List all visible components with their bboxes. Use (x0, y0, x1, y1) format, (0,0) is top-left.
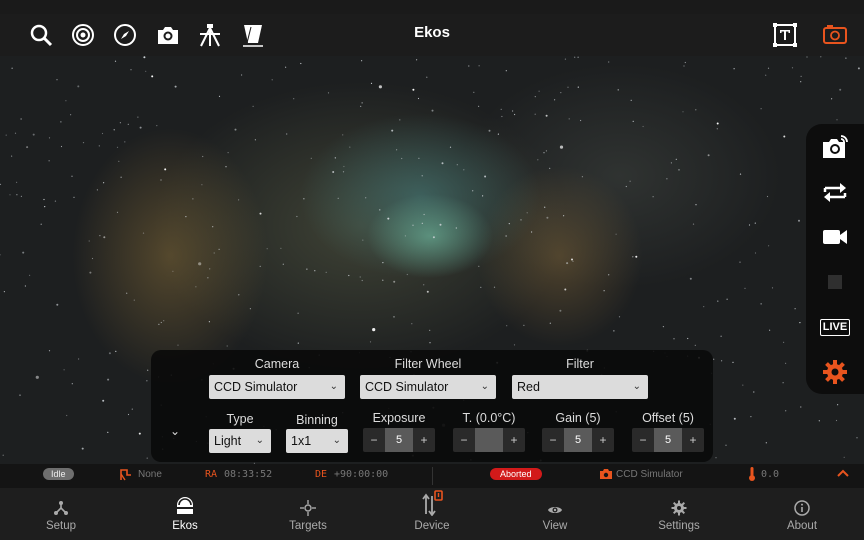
type-select[interactable]: Light ⌄ (209, 429, 271, 453)
gain-value[interactable]: 5 (564, 428, 592, 452)
exposure-value[interactable]: 5 (385, 428, 413, 452)
compass-icon[interactable] (112, 22, 138, 48)
ra-label: RA (205, 469, 218, 480)
nav-label-setup: Setup (45, 520, 77, 532)
filter-label: Filter (566, 357, 594, 371)
chevron-down-icon: ⌄ (255, 435, 264, 446)
temperature-decrease-button[interactable]: − (453, 428, 475, 452)
binning-select[interactable]: 1x1 ⌄ (286, 429, 348, 453)
nav-label-ekos: Ekos (172, 520, 198, 532)
filter-select-value: Red (517, 380, 540, 394)
status-bar: Idle None RA 08:33:52 DE +90:00:00 Abort… (0, 464, 864, 488)
frame-icon[interactable] (822, 22, 848, 48)
binning-label: Binning (296, 413, 338, 427)
camera-icon[interactable] (155, 22, 181, 48)
chevron-down-icon: ⌄ (332, 435, 341, 446)
de-value: +90:00:00 (334, 469, 389, 480)
ra-value: 08:33:52 (224, 469, 273, 480)
chevron-down-icon: ⌄ (480, 381, 489, 392)
collapse-panel-icon[interactable]: ⌄ (166, 424, 184, 440)
loop-icon[interactable] (820, 177, 850, 207)
gain-decrease-button[interactable]: − (542, 428, 564, 452)
temperature-label: T. (0.0°C) (462, 411, 516, 425)
type-select-value: Light (214, 434, 242, 448)
device-icon (422, 490, 443, 516)
temperature-stepper: − + (453, 428, 525, 452)
nav-item-ekos[interactable]: Ekos (125, 488, 245, 540)
search-icon[interactable] (28, 22, 54, 48)
chevron-down-icon: ⌄ (329, 381, 338, 392)
temperature-status: 0.0 (761, 469, 780, 480)
text-overlay-icon[interactable] (772, 22, 798, 48)
ekos-icon (177, 497, 193, 514)
status-badge: Idle (43, 468, 74, 480)
live-label: LIVE (819, 318, 851, 336)
camera-status: CCD Simulator (616, 469, 683, 480)
temperature-value[interactable] (475, 428, 503, 452)
status-divider (432, 467, 433, 485)
exposure-stepper: − 5 + (363, 428, 435, 452)
offset-value[interactable]: 5 (654, 428, 682, 452)
info-icon (794, 500, 810, 516)
gear-icon (671, 500, 687, 516)
filter-wheel-select-value: CCD Simulator (365, 380, 449, 394)
offset-label: Offset (5) (642, 411, 694, 425)
camera-icon (599, 468, 613, 483)
nav-label-device: Device (414, 520, 450, 532)
camera-select[interactable]: CCD Simulator ⌄ (209, 375, 345, 399)
targets-icon (300, 500, 316, 516)
gain-label: Gain (5) (555, 411, 601, 425)
camera-label: Camera (254, 357, 300, 371)
mount-status: None (138, 469, 162, 480)
nav-item-about[interactable]: About (742, 488, 862, 540)
nav-item-view[interactable]: View (495, 488, 615, 540)
live-icon[interactable]: LIVE (819, 312, 851, 342)
offset-decrease-button[interactable]: − (632, 428, 654, 452)
capture-side-panel: LIVE (806, 124, 864, 394)
camera-select-value: CCD Simulator (214, 380, 298, 394)
exposure-increase-button[interactable]: + (413, 428, 435, 452)
gain-increase-button[interactable]: + (592, 428, 614, 452)
setup-icon (54, 501, 68, 515)
capture-preview-icon[interactable] (820, 132, 850, 162)
bottom-nav: Setup Ekos Targets Device View Settings … (0, 488, 864, 540)
video-icon[interactable] (820, 222, 850, 252)
nav-item-device[interactable]: Device (372, 488, 492, 540)
chevron-down-icon: ⌄ (632, 381, 641, 392)
nav-label-about: About (786, 520, 818, 532)
nav-item-settings[interactable]: Settings (619, 488, 739, 540)
exposure-decrease-button[interactable]: − (363, 428, 385, 452)
nav-item-targets[interactable]: Targets (248, 488, 368, 540)
nav-label-targets: Targets (289, 520, 327, 532)
chevron-up-icon[interactable] (836, 467, 850, 482)
temperature-increase-button[interactable]: + (503, 428, 525, 452)
gain-stepper: − 5 + (542, 428, 614, 452)
nav-item-setup[interactable]: Setup (1, 488, 121, 540)
settings-icon[interactable] (820, 357, 850, 387)
thermometer-icon (748, 467, 756, 484)
target-icon[interactable] (70, 22, 96, 48)
filter-select[interactable]: Red ⌄ (512, 375, 648, 399)
de-label: DE (315, 469, 328, 480)
mount-icon (120, 467, 132, 484)
nav-label-view: View (542, 520, 568, 532)
exposure-label: Exposure (372, 411, 426, 425)
binning-select-value: 1x1 (291, 434, 312, 448)
offset-increase-button[interactable]: + (682, 428, 704, 452)
eye-icon (548, 507, 562, 513)
filter-wheel-select[interactable]: CCD Simulator ⌄ (360, 375, 496, 399)
offset-stepper: − 5 + (632, 428, 704, 452)
flat-panel-icon[interactable] (240, 22, 266, 48)
type-label: Type (226, 412, 254, 426)
nav-label-settings: Settings (658, 520, 700, 532)
stop-icon[interactable] (820, 267, 850, 297)
top-bar: Ekos (0, 0, 864, 56)
filter-wheel-label: Filter Wheel (394, 357, 462, 371)
tripod-icon[interactable] (197, 22, 223, 48)
capture-status-badge: Aborted (490, 468, 542, 480)
